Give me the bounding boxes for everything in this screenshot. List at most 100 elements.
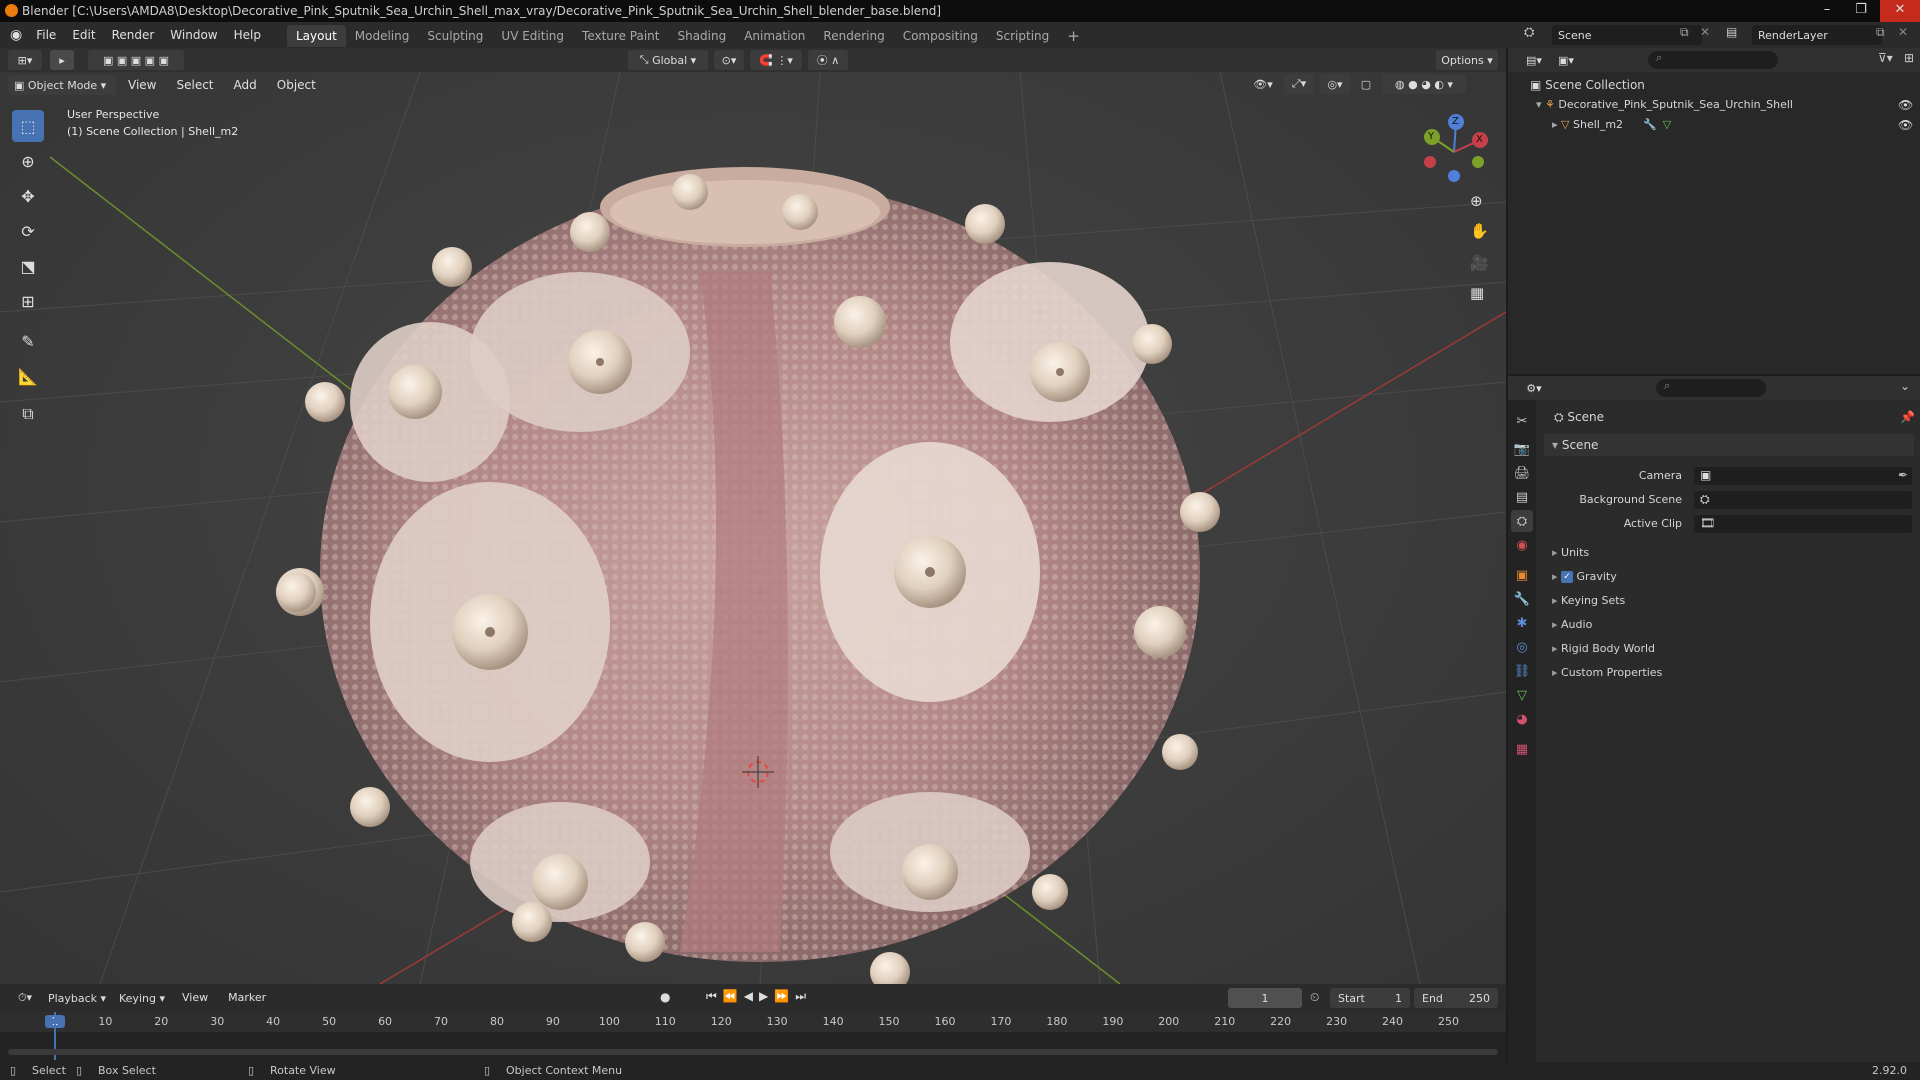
3d-viewport[interactable]: ▣ Object Mode ▾ View Select Add Object 👁… (0, 72, 1506, 984)
object-tab-icon[interactable]: ▣ (1511, 564, 1533, 586)
prev-key-icon[interactable]: ⏪ (723, 989, 738, 1004)
play-reverse-icon[interactable]: ◀ (744, 989, 753, 1004)
keying-sets-section[interactable]: ▸ Keying Sets (1552, 594, 1625, 607)
maximize-button[interactable]: ❐ (1846, 0, 1876, 22)
render-tab-icon[interactable]: 📷 (1511, 438, 1533, 460)
camera-view-icon[interactable]: 🎥 (1470, 254, 1489, 272)
tab-modeling[interactable]: Modeling (346, 25, 419, 47)
world-tab-icon[interactable]: ◉ (1511, 534, 1533, 556)
proportional-edit-toggle[interactable]: ⦿ ∧ (808, 50, 848, 70)
frame-ruler[interactable]: 1102030405060708090100110120130140150160… (0, 1012, 1506, 1032)
pan-hand-icon[interactable]: ✋ (1470, 222, 1489, 240)
measure-tool-icon[interactable]: 📐 (12, 360, 44, 392)
material-tab-icon[interactable]: ◕ (1511, 708, 1533, 730)
collection-visibility-eye-icon[interactable]: 👁 (1898, 98, 1913, 112)
timeline-menu-marker[interactable]: Marker (220, 988, 274, 1008)
transform-orientation-dropdown[interactable]: ⤡ Global ▾ (628, 50, 708, 70)
display-mode-icon[interactable]: ▣▾ (1552, 50, 1580, 70)
jump-start-icon[interactable]: ⏮ (706, 989, 717, 1004)
outliner-root-row[interactable]: ▣ Scene Collection (1530, 78, 1645, 92)
data-tab-icon[interactable]: ▽ (1511, 684, 1533, 706)
gravity-section[interactable]: ▸ ✓ Gravity (1552, 570, 1617, 583)
move-tool-icon[interactable]: ✥ (12, 180, 44, 212)
end-frame-field[interactable]: End 250 (1414, 988, 1498, 1008)
sea-urchin-shell-mesh[interactable] (276, 167, 1220, 984)
tab-layout[interactable]: Layout (286, 25, 346, 47)
timeline-editor-type-icon[interactable]: ⏱▾ (10, 988, 40, 1008)
add-cube-tool-icon[interactable]: ⧉ (12, 398, 44, 430)
view-layer-tab-icon[interactable]: ▤ (1511, 486, 1533, 508)
close-button[interactable]: ✕ (1880, 0, 1920, 22)
pivot-point-dropdown[interactable]: ⊙▾ (714, 50, 744, 70)
audio-section[interactable]: ▸ Audio (1552, 618, 1592, 631)
physics-tab-icon[interactable]: ◎ (1511, 636, 1533, 658)
modifier-tab-icon[interactable]: 🔧 (1511, 588, 1533, 610)
keying-menu[interactable]: Keying ▾ (114, 988, 170, 1008)
playback-menu[interactable]: Playback ▾ (44, 988, 110, 1008)
eyedropper-icon[interactable]: ✒ (1898, 468, 1908, 482)
outliner-object-row[interactable]: ▸ ▽ Shell_m2 🔧 ▽ (1552, 118, 1671, 131)
texture-tab-icon[interactable]: ▦ (1511, 738, 1533, 760)
menu-render[interactable]: Render (104, 22, 163, 48)
tab-animation[interactable]: Animation (735, 25, 814, 47)
properties-search-input[interactable]: ⌕ (1656, 379, 1766, 397)
properties-options-chevron-icon[interactable]: ⌄ (1900, 379, 1910, 393)
tab-rendering[interactable]: Rendering (814, 25, 893, 47)
cursor-tool-icon[interactable]: ⊕ (12, 145, 44, 177)
properties-editor-type-icon[interactable]: ⚙▾ (1520, 378, 1548, 398)
scale-tool-icon[interactable]: ⬔ (12, 250, 44, 282)
tab-texture-paint[interactable]: Texture Paint (573, 25, 668, 47)
preview-range-icon[interactable]: ⏲ (1310, 990, 1319, 1005)
scene-tab-icon[interactable]: ⛭ (1511, 510, 1533, 532)
next-key-icon[interactable]: ⏩ (774, 989, 789, 1004)
output-tab-icon[interactable]: 🖨 (1511, 462, 1533, 484)
zoom-icon[interactable]: ⊕ (1470, 192, 1483, 210)
selection-mode-buttons[interactable]: ▣ ▣ ▣ ▣ ▣ (88, 50, 184, 70)
play-icon[interactable]: ▶ (759, 989, 768, 1004)
editor-type-button[interactable]: ⊞▾ (8, 50, 42, 70)
select-tool-icon[interactable]: ▸ (50, 50, 74, 70)
pin-icon[interactable]: 📌 (1900, 410, 1915, 424)
menu-file[interactable]: File (28, 22, 64, 48)
rotate-tool-icon[interactable]: ⟳ (12, 215, 44, 247)
delete-scene-icon[interactable]: ✕ (1700, 25, 1710, 39)
tab-compositing[interactable]: Compositing (894, 25, 987, 47)
tab-scripting[interactable]: Scripting (987, 25, 1058, 47)
tab-sculpting[interactable]: Sculpting (418, 25, 492, 47)
new-collection-icon[interactable]: ⊞ (1904, 51, 1914, 65)
copy-layer-icon[interactable]: ⧉ (1876, 25, 1885, 40)
constraints-tab-icon[interactable]: ⛓ (1511, 660, 1533, 682)
tool-tab-icon[interactable]: ✂ (1511, 410, 1533, 432)
scene-panel-header[interactable]: ▾ Scene (1544, 434, 1914, 456)
object-visibility-eye-icon[interactable]: 👁 (1898, 118, 1913, 132)
minimize-button[interactable]: – (1812, 0, 1842, 22)
snap-toggle[interactable]: 🧲 ⋮▾ (750, 50, 802, 70)
outliner-collection-row[interactable]: ▾ ⚘ Decorative_Pink_Sputnik_Sea_Urchin_S… (1536, 98, 1793, 111)
timeline-menu-view[interactable]: View (174, 988, 216, 1008)
select-box-tool-icon[interactable]: ⬚ (12, 110, 44, 142)
custom-properties-section[interactable]: ▸ Custom Properties (1552, 666, 1662, 679)
units-section[interactable]: ▸ Units (1552, 546, 1589, 559)
particles-tab-icon[interactable]: ✱ (1511, 612, 1533, 634)
blender-menu-icon[interactable]: ◉ (10, 27, 22, 43)
outliner-search-input[interactable]: ⌕ (1648, 51, 1778, 69)
annotate-tool-icon[interactable]: ✎ (12, 325, 44, 357)
menu-help[interactable]: Help (226, 22, 269, 48)
tab-shading[interactable]: Shading (668, 25, 735, 47)
camera-field[interactable]: ▣ ✒ (1694, 467, 1912, 485)
copy-scene-icon[interactable]: ⧉ (1680, 25, 1689, 40)
jump-end-icon[interactable]: ⏭ (795, 989, 806, 1004)
filter-icon[interactable]: ⊽▾ (1878, 51, 1893, 65)
rigid-body-world-section[interactable]: ▸ Rigid Body World (1552, 642, 1655, 655)
add-workspace-button[interactable]: + (1058, 25, 1089, 47)
render-layer-selector[interactable]: RenderLayer (1752, 25, 1882, 45)
timeline-scrollbar[interactable] (8, 1049, 1498, 1055)
ortho-grid-icon[interactable]: ▦ (1470, 284, 1484, 302)
menu-window[interactable]: Window (162, 22, 225, 48)
active-clip-field[interactable]: 🎞 (1694, 515, 1912, 533)
background-scene-field[interactable]: ⛭ (1694, 491, 1912, 509)
options-dropdown[interactable]: Options ▾ (1436, 50, 1498, 70)
menu-edit[interactable]: Edit (64, 22, 103, 48)
gravity-checkbox[interactable]: ✓ (1561, 571, 1574, 583)
outliner-editor-type-icon[interactable]: ▤▾ (1520, 50, 1548, 70)
